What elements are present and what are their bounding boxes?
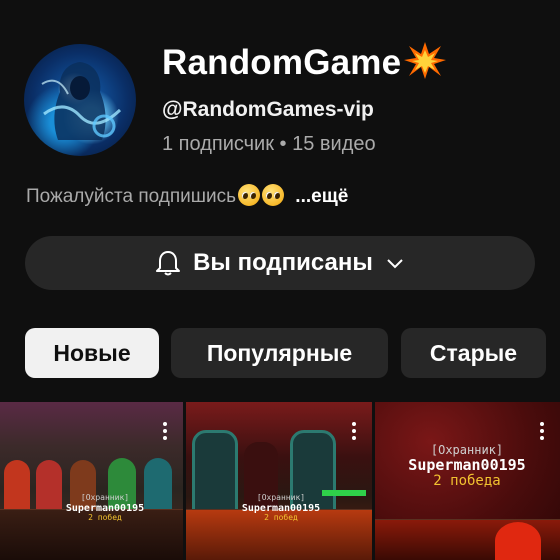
channel-handle: @RandomGames-vip	[162, 98, 374, 121]
subscribed-button-label: Вы подписаны	[193, 249, 373, 276]
video-player-wins: 2 побед	[264, 512, 298, 522]
video-player-tag: [Охранник]	[256, 493, 306, 502]
collision-burst-icon	[404, 42, 447, 79]
video-thumbnail[interactable]: [Охранник] Superman00195 2 победа	[375, 402, 560, 560]
chip-oldest[interactable]: Старые	[401, 328, 546, 378]
video-player-name: Superman00195	[408, 456, 526, 475]
chip-popular[interactable]: Популярные	[171, 328, 388, 378]
video-more-icon[interactable]	[352, 422, 358, 440]
chip-new[interactable]: Новые	[25, 328, 159, 378]
subscribed-button[interactable]: Вы подписаны	[25, 236, 535, 290]
video-player-wins: 2 побед	[88, 512, 122, 522]
channel-description[interactable]: Пожалуйста подпишись ...ещё	[26, 184, 348, 208]
video-grid: [Охранник] Superman00195 2 побед [Охранн…	[0, 402, 560, 560]
channel-name-text: RandomGame	[162, 43, 402, 82]
chevron-down-icon	[387, 259, 403, 269]
description-more-link[interactable]: ...ещё	[295, 186, 348, 207]
channel-avatar[interactable]	[24, 44, 136, 156]
hooded-figure-avatar	[41, 62, 122, 140]
channel-meta: 1 подписчик • 15 видео	[162, 133, 376, 155]
video-player-tag: [Охранник]	[80, 493, 130, 502]
video-more-icon[interactable]	[163, 422, 169, 440]
video-more-icon[interactable]	[540, 422, 546, 440]
bell-icon	[156, 251, 181, 276]
video-thumbnail[interactable]: [Охранник] Superman00195 2 побед	[186, 402, 372, 560]
pleading-face-emoji-icon	[238, 184, 261, 206]
video-thumbnail[interactable]: [Охранник] Superman00195 2 побед	[0, 402, 183, 560]
description-text: Пожалуйста подпишись	[26, 186, 237, 207]
channel-name: RandomGame	[162, 40, 447, 83]
pleading-face-emoji-icon	[262, 184, 285, 206]
video-player-wins: 2 победа	[433, 472, 501, 489]
